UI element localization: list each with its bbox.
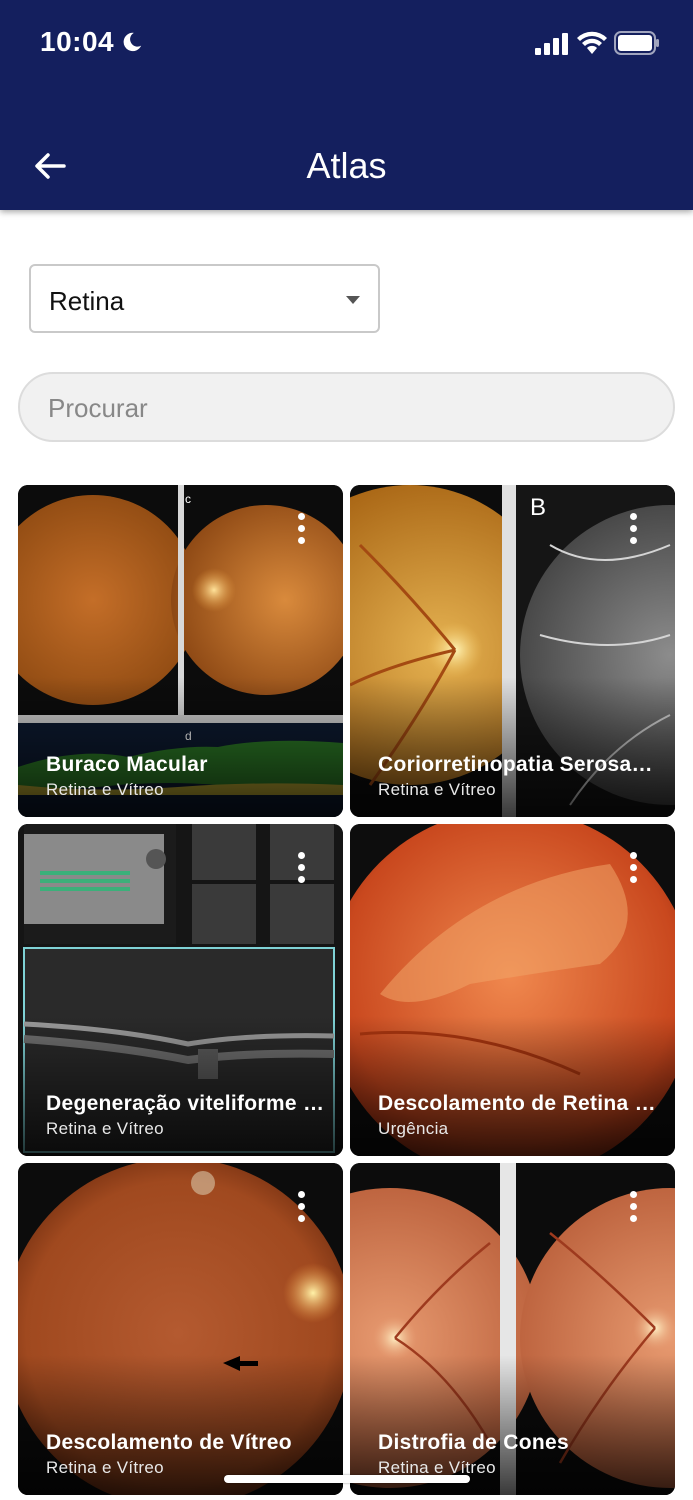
- atlas-card[interactable]: Degeneração viteliforme do adulto Retina…: [18, 824, 343, 1156]
- caret-down-icon: [346, 296, 360, 304]
- card-more-options-icon[interactable]: [625, 1191, 641, 1225]
- app-header: 10:04 Atlas: [0, 0, 693, 210]
- card-title: Coriorretinopatia Serosa Central: [378, 753, 658, 776]
- atlas-card[interactable]: Distrofia de Cones Retina e Vítreo: [350, 1163, 675, 1495]
- card-subtitle: Retina e Vítreo: [46, 1119, 164, 1138]
- card-subtitle: Urgência: [378, 1119, 449, 1138]
- page-title: Atlas: [306, 145, 387, 186]
- moon-icon: [123, 32, 142, 52]
- battery-icon: [614, 31, 659, 55]
- card-subtitle: Retina e Vítreo: [46, 1458, 164, 1477]
- card-title: Buraco Macular: [46, 753, 208, 776]
- svg-text:B: B: [530, 494, 546, 521]
- card-more-options-icon[interactable]: [293, 513, 309, 547]
- atlas-card[interactable]: Descolamento de Vítreo Retina e Vítreo: [18, 1163, 343, 1495]
- atlas-card[interactable]: c d Buraco Macular Retina e Vítreo: [18, 485, 343, 817]
- atlas-card[interactable]: Descolamento de Retina Regmatogênico Urg…: [350, 824, 675, 1156]
- card-subtitle: Retina e Vítreo: [378, 780, 496, 799]
- cellular-signal-icon: [535, 33, 568, 55]
- card-title: Degeneração viteliforme do adulto: [46, 1092, 326, 1115]
- card-more-options-icon[interactable]: [625, 852, 641, 886]
- card-title: Descolamento de Retina Regmatogênico: [378, 1092, 658, 1115]
- status-time: 10:04: [40, 26, 115, 57]
- home-indicator[interactable]: [224, 1475, 470, 1483]
- card-subtitle: Retina e Vítreo: [46, 780, 164, 799]
- card-more-options-icon[interactable]: [625, 513, 641, 547]
- card-title: Distrofia de Cones: [378, 1431, 569, 1454]
- category-dropdown-value: Retina: [49, 286, 125, 316]
- wifi-icon: [577, 31, 607, 54]
- search-input[interactable]: [48, 388, 648, 428]
- card-more-options-icon[interactable]: [293, 1191, 309, 1225]
- search-field[interactable]: [18, 372, 675, 442]
- card-more-options-icon[interactable]: [293, 852, 309, 886]
- category-dropdown[interactable]: Retina: [29, 264, 380, 333]
- atlas-card[interactable]: B Coriorretinopatia Serosa Central Retin…: [350, 485, 675, 817]
- card-title: Descolamento de Vítreo: [46, 1431, 292, 1454]
- svg-text:c: c: [185, 492, 191, 506]
